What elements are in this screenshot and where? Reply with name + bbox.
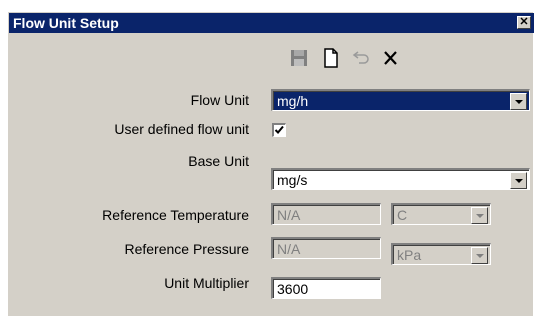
ref-pressure-unit-dropdown[interactable]: kPa <box>391 243 491 265</box>
delete-button[interactable] <box>380 47 402 69</box>
base-unit-value: mg/s <box>277 172 308 188</box>
ref-temp-unit-dropdown-button[interactable] <box>471 207 488 224</box>
base-unit-dropdown[interactable]: mg/s <box>271 168 530 190</box>
flow-unit-dropdown[interactable]: mg/h <box>271 89 530 111</box>
window-title: Flow Unit Setup <box>13 15 119 31</box>
title-bar: Flow Unit Setup ✕ <box>9 13 534 33</box>
close-icon: ✕ <box>519 16 529 28</box>
ref-temp-label: Reference Temperature <box>102 207 249 223</box>
flow-unit-value: mg/h <box>277 93 309 109</box>
ref-temp-input[interactable]: N/A <box>271 203 381 225</box>
ref-temp-value: N/A <box>277 207 301 223</box>
checkmark-icon <box>274 125 284 134</box>
undo-button[interactable] <box>350 47 372 69</box>
user-defined-label: User defined flow unit <box>114 121 249 137</box>
ref-pressure-input[interactable]: N/A <box>271 237 381 259</box>
save-button[interactable] <box>288 47 310 69</box>
delete-icon <box>384 51 397 65</box>
ref-pressure-value: N/A <box>277 241 301 257</box>
new-document-icon <box>324 48 338 68</box>
ref-pressure-label: Reference Pressure <box>124 241 249 257</box>
flow-unit-label: Flow Unit <box>190 92 249 108</box>
base-unit-dropdown-button[interactable] <box>510 172 527 189</box>
ref-temp-unit-dropdown[interactable]: C <box>391 203 491 225</box>
close-button[interactable]: ✕ <box>517 16 531 29</box>
user-defined-checkbox[interactable] <box>272 123 286 137</box>
base-unit-label: Base Unit <box>188 153 249 169</box>
ref-temp-unit-value: C <box>397 207 408 223</box>
ref-pressure-unit-value: kPa <box>397 247 422 263</box>
ref-pressure-unit-dropdown-button[interactable] <box>471 247 488 264</box>
flow-unit-dropdown-button[interactable] <box>510 93 527 110</box>
new-button[interactable] <box>320 47 342 69</box>
multiplier-label: Unit Multiplier <box>164 275 249 291</box>
multiplier-input[interactable]: 3600 <box>271 277 381 299</box>
multiplier-value: 3600 <box>277 281 309 297</box>
undo-icon <box>352 51 369 64</box>
flow-unit-setup-dialog: Flow Unit Setup ✕ Flow Unit mg/h User de… <box>8 12 534 316</box>
save-icon <box>291 50 307 66</box>
